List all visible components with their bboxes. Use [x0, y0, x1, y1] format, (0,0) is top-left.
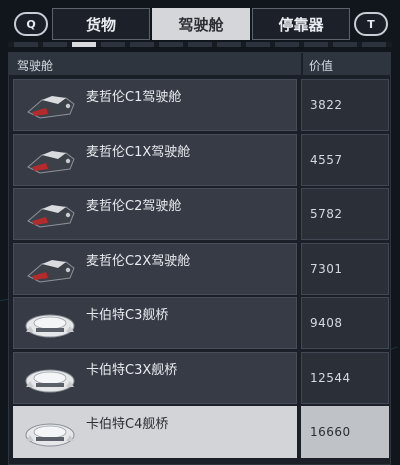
row-name: 麦哲伦C2X驾驶舱: [86, 253, 191, 269]
price-cell: 7301: [301, 242, 389, 295]
name-cell: 麦哲伦C2驾驶舱: [13, 188, 297, 240]
price-cell: 12544: [301, 351, 389, 404]
indicator-segment: [188, 42, 212, 47]
indicator-segment: [14, 42, 38, 47]
bridge-c3x-icon: [25, 369, 75, 392]
indicator-segment: [362, 42, 386, 47]
row-price: 9408: [310, 316, 343, 330]
name-cell: 卡伯特C3舰桥: [13, 297, 297, 349]
name-cell: 卡伯特C3X舰桥: [13, 351, 297, 404]
row-price: 5782: [310, 207, 343, 221]
row-name: 麦哲伦C2驾驶舱: [86, 199, 182, 214]
tab-cockpit[interactable]: 驾驶舱: [152, 8, 250, 40]
cockpit-list-panel: 驾驶舱 价值 麦哲伦C1驾驶舱 3822 麦哲伦C1X驾驶舱 4557 麦哲伦C2驾驶舱…: [8, 52, 391, 465]
cockpit-c1x-icon: [27, 150, 75, 174]
cockpit-c2x-icon: [27, 259, 75, 283]
price-cell: 4557: [301, 133, 389, 186]
row-name: 卡伯特C4舰桥: [86, 417, 169, 432]
bridge-c3-icon: [25, 314, 75, 338]
row-price: 3822: [310, 98, 343, 112]
row-name: 卡伯特C3X舰桥: [86, 362, 178, 378]
price-cell: 9408: [301, 297, 389, 349]
column-header-name: 驾驶舱: [17, 59, 54, 73]
table-row[interactable]: 麦哲伦C1X驾驶舱 4557: [13, 133, 389, 186]
tab-cargo[interactable]: 货物: [52, 8, 150, 40]
name-cell: 卡伯特C4舰桥: [13, 406, 297, 458]
row-name: 卡伯特C3舰桥: [86, 308, 169, 323]
table-row[interactable]: 卡伯特C3X舰桥 12544: [13, 351, 389, 404]
bridge-c4-icon: [25, 423, 75, 447]
next-tab-key-button[interactable]: T: [354, 12, 388, 36]
indicator-segment: [304, 42, 328, 47]
indicator-segment: [101, 42, 125, 47]
cockpit-c1-icon: [27, 96, 75, 119]
header-divider: [301, 53, 303, 75]
name-cell: 麦哲伦C2X驾驶舱: [13, 242, 297, 295]
indicator-segment: [43, 42, 67, 47]
table-row[interactable]: 麦哲伦C2X驾驶舱 7301: [13, 242, 389, 295]
indicator-segment: [246, 42, 270, 47]
page-indicator: [8, 42, 392, 47]
tab-cockpit-label: 驾驶舱: [178, 15, 224, 34]
price-cell: 5782: [301, 188, 389, 240]
top-tab-bar: Q 货物 驾驶舱 停靠器 T: [8, 8, 392, 40]
table-row[interactable]: 卡伯特C4舰桥 16660: [13, 406, 389, 458]
name-cell: 麦哲伦C1X驾驶舱: [13, 133, 297, 186]
row-price: 12544: [310, 370, 351, 385]
row-name: 麦哲伦C1驾驶舱: [86, 90, 182, 105]
indicator-segment: [130, 42, 154, 47]
tab-docking-port-label: 停靠器: [278, 15, 324, 34]
tab-cargo-label: 货物: [85, 15, 116, 34]
tab-docking-port[interactable]: 停靠器: [252, 8, 350, 40]
indicator-segment: [72, 42, 96, 47]
row-price: 16660: [310, 425, 351, 439]
prev-tab-key-button[interactable]: Q: [14, 12, 48, 36]
price-cell: 16660: [301, 406, 389, 458]
table-header: 驾驶舱 价值: [9, 53, 390, 75]
table-row[interactable]: 卡伯特C3舰桥 9408: [13, 297, 389, 349]
name-cell: 麦哲伦C1驾驶舱: [13, 79, 297, 131]
indicator-segment: [159, 42, 183, 47]
price-cell: 3822: [301, 79, 389, 131]
cockpit-c2-icon: [27, 205, 75, 228]
indicator-segment: [217, 42, 241, 47]
row-name: 麦哲伦C1X驾驶舱: [86, 144, 191, 160]
indicator-segment: [333, 42, 357, 47]
row-price: 7301: [310, 261, 343, 276]
prev-tab-key-label: Q: [26, 17, 36, 31]
row-price: 4557: [310, 152, 343, 167]
indicator-segment: [275, 42, 299, 47]
table-row[interactable]: 麦哲伦C2驾驶舱 5782: [13, 188, 389, 240]
next-tab-key-label: T: [367, 17, 375, 31]
column-header-price: 价值: [309, 59, 334, 73]
table-row[interactable]: 麦哲伦C1驾驶舱 3822: [13, 79, 389, 131]
